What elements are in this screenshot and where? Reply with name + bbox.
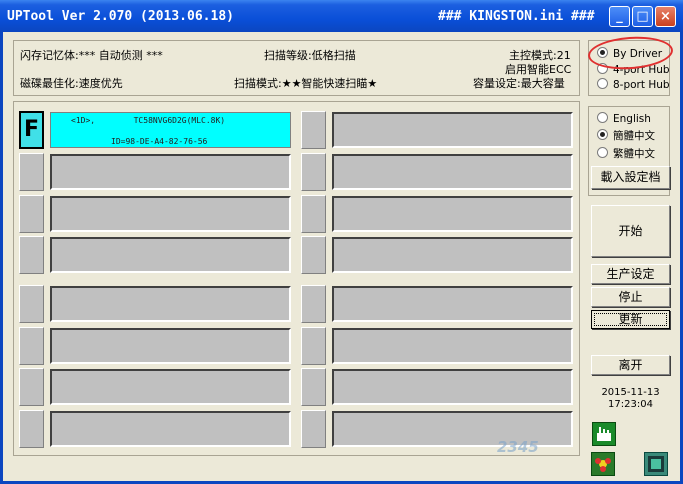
port-status-box [50,411,291,447]
status-date: 2015-11-13 [601,387,660,398]
port-status-box [332,328,573,364]
port-indicator [301,285,326,323]
mode-option-8-port-hub[interactable]: 8-port Hub [597,78,670,92]
port-status-box [50,369,291,405]
window-frame-left [0,32,3,484]
mode-option-4-port-hub[interactable]: 4-port Hub [597,63,670,77]
close-button[interactable]: × [655,6,676,27]
config-file-title: ### KINGSTON.ini ### [438,9,595,24]
factory-icon[interactable] [592,422,616,446]
port-indicator [301,236,326,274]
stop-button[interactable]: 停止 [591,287,670,307]
port-indicator [19,153,44,191]
port-slots-panel: F <1D>, TC58NVG6D2G(MLC.8K) ID=98-DE-A4-… [13,101,580,456]
update-button[interactable]: 更新 [591,310,670,329]
port-status-box [50,196,291,232]
port-indicator [19,285,44,323]
maximize-button[interactable]: □ [632,6,653,27]
port-indicator [301,368,326,406]
port-indicator [301,153,326,191]
port-indicator [19,195,44,233]
drive-letter-indicator: F [19,111,44,149]
flower-icon[interactable] [591,452,615,476]
load-settings-button[interactable]: 載入設定档 [591,166,670,189]
mode-option-by-driver[interactable]: By Driver [597,47,662,61]
port-status-box [332,154,573,190]
port-indicator [19,368,44,406]
port-status-box [332,369,573,405]
language-option-label: 簡體中文 [613,130,655,142]
port-status-box [332,112,573,148]
port-status-box [50,328,291,364]
start-button[interactable]: 开始 [591,205,670,257]
flash-id-line: <1D>, TC58NVG6D2G(MLC.8K) [71,116,226,125]
port-status-box [50,237,291,273]
production-settings-button[interactable]: 生产设定 [591,264,670,284]
minimize-button[interactable]: _ [609,6,630,27]
scan-mode-label: 扫描模式:★★智能快速扫瞄★ [234,77,378,90]
flash-memory-label: 闪存记忆体:*** 自动侦测 *** [20,49,163,62]
port-status-box [332,286,573,322]
site-watermark: 2345 [497,438,539,456]
settings-info-panel: 闪存记忆体:*** 自动侦测 *** 扫描等级:低格扫描 主控模式:21 启用智… [13,40,580,96]
port-indicator [301,327,326,365]
port-indicator [19,236,44,274]
port-indicator [301,410,326,448]
port-indicator [19,327,44,365]
radio-empty-icon [597,147,608,158]
disk-optimize-label: 磁碟最佳化:速度优先 [20,77,123,90]
language-option-english[interactable]: English [597,112,651,126]
port-indicator [19,410,44,448]
language-option-label: English [613,113,651,125]
film-icon[interactable] [644,452,668,476]
radio-selected-icon [597,129,608,140]
port-status-box [50,286,291,322]
port-status-box [332,196,573,232]
port-status-box [50,154,291,190]
status-time: 17:23:04 [608,399,653,410]
exit-button[interactable]: 离开 [591,355,670,375]
port-mode-group: By Driver 4-port Hub 8-port Hub [588,40,670,96]
flash-id-code: ID=98-DE-A4-82-76-56 [111,137,208,146]
radio-empty-icon [597,112,608,123]
scan-level-label: 扫描等级:低格扫描 [264,49,356,62]
mode-option-label: 4-port Hub [613,64,670,76]
language-option-label: 繁體中文 [613,148,655,160]
mode-option-label: By Driver [613,48,663,60]
title-bar: UPTool Ver 2.070 (2013.06.18) ### KINGST… [0,0,683,32]
capacity-setting-label: 容量设定:最大容量 [473,77,565,90]
port-indicator [301,195,326,233]
port-status-box: <1D>, TC58NVG6D2G(MLC.8K) ID=98-DE-A4-82… [50,112,291,148]
language-option-traditional-chinese[interactable]: 繁體中文 [597,146,655,160]
app-title: UPTool Ver 2.070 (2013.06.18) [7,9,234,24]
port-status-box [332,237,573,273]
port-indicator [301,111,326,149]
radio-empty-icon [597,63,608,74]
mode-option-label: 8-port Hub [613,79,670,91]
radio-empty-icon [597,78,608,89]
radio-selected-icon [597,47,608,58]
language-option-simplified-chinese[interactable]: 簡體中文 [597,128,655,142]
